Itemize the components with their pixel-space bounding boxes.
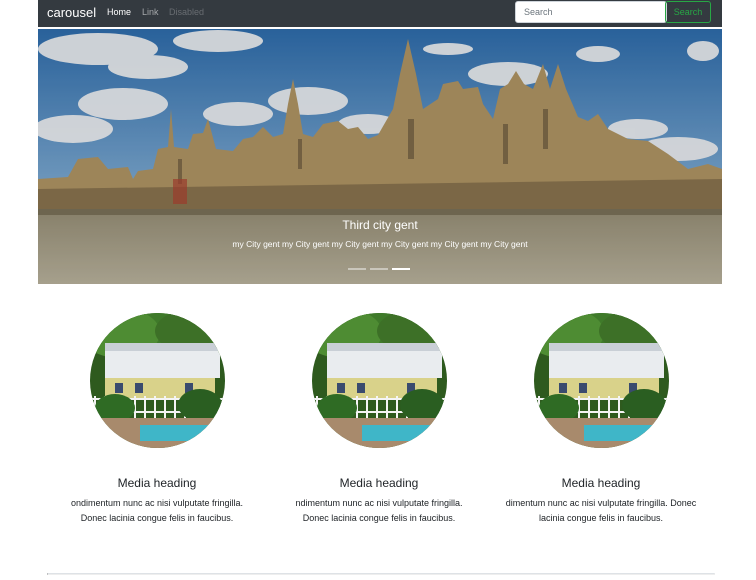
search-input[interactable]	[515, 1, 667, 23]
carousel-indicator-3[interactable]	[392, 268, 410, 270]
media-text-line: lacinia congue felis in faucibus.	[538, 513, 664, 523]
media-item-3: Media heading dimentum nunc ac nisi vulp…	[491, 313, 711, 526]
nav-link-home[interactable]: Home	[107, 7, 131, 17]
media-text: ndimentum nunc ac nisi vulputate fringil…	[269, 496, 489, 526]
carousel-indicators	[348, 268, 412, 271]
media-heading: Media heading	[117, 476, 197, 490]
navbar-brand[interactable]: carousel	[47, 5, 96, 20]
media-image	[311, 313, 447, 448]
featurette-divider	[47, 573, 715, 575]
media-image	[89, 313, 225, 448]
media-image	[533, 313, 669, 448]
media-heading: Media heading	[561, 476, 641, 490]
search-button[interactable]: Search	[665, 1, 711, 23]
media-text-line: ndimentum nunc ac nisi vulputate fringil…	[295, 498, 463, 508]
media-heading: Media heading	[339, 476, 419, 490]
media-text: ondimentum nunc ac nisi vulputate fringi…	[47, 496, 267, 526]
carousel-caption-title: Third city gent	[342, 218, 418, 232]
media-text-line: Donec lacinia congue felis in faucibus.	[80, 513, 234, 523]
media-text-line: Donec lacinia congue felis in faucibus.	[302, 513, 456, 523]
nav-link-disabled: Disabled	[169, 7, 205, 17]
media-text: dimentum nunc ac nisi vulputate fringill…	[491, 496, 711, 526]
media-text-line: ondimentum nunc ac nisi vulputate fringi…	[70, 498, 244, 508]
media-item-2: Media heading ndimentum nunc ac nisi vul…	[269, 313, 489, 526]
navbar: carousel Home Link Disabled Search	[38, 0, 722, 27]
carousel-indicator-2[interactable]	[370, 268, 388, 270]
carousel[interactable]: Third city gent my City gent my City gen…	[38, 29, 722, 284]
media-text-line: dimentum nunc ac nisi vulputate fringill…	[505, 498, 697, 508]
media-item-1: Media heading ondimentum nunc ac nisi vu…	[47, 313, 267, 526]
nav-link-link[interactable]: Link	[142, 7, 159, 17]
carousel-caption-text: my City gent my City gent my City gent m…	[232, 239, 528, 249]
carousel-indicator-1[interactable]	[348, 268, 366, 270]
